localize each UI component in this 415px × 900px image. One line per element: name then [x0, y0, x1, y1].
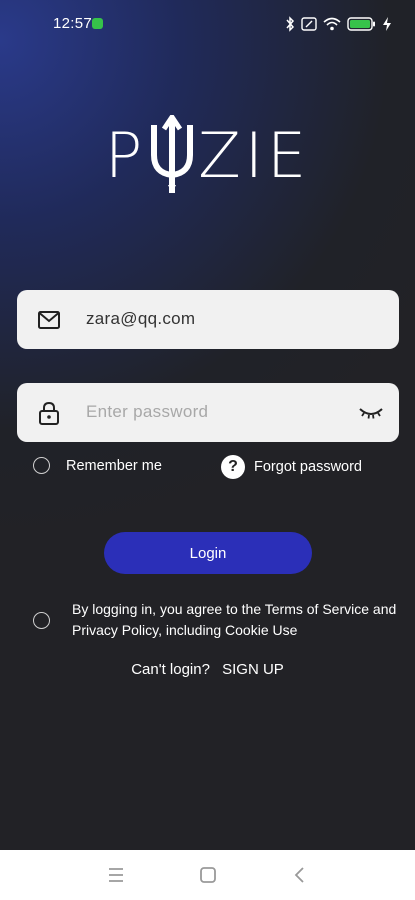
- logo-text-left: P: [104, 118, 147, 192]
- bluetooth-icon: [286, 16, 295, 32]
- charging-icon: [383, 17, 391, 31]
- wifi-icon: [323, 17, 341, 31]
- trident-icon: [151, 115, 194, 193]
- status-time: 12:57: [53, 15, 93, 32]
- forgot-password-link[interactable]: ? Forgot password: [221, 455, 362, 479]
- home-icon[interactable]: [198, 865, 218, 885]
- terms-text: By logging in, you agree to the Terms of…: [72, 601, 397, 638]
- status-bar: 12:57: [0, 0, 415, 46]
- remember-me-radio[interactable]: [33, 457, 50, 474]
- password-field[interactable]: [17, 383, 399, 442]
- login-screen: 12:57 P ZIE zara@qq.com Remember me ? Fo…: [0, 0, 415, 900]
- app-logo: P ZIE: [0, 110, 415, 200]
- system-nav-bar: [0, 850, 415, 900]
- eye-closed-icon[interactable]: [359, 403, 383, 423]
- remember-me-label: Remember me: [66, 457, 162, 474]
- login-button[interactable]: Login: [104, 532, 312, 574]
- cant-login-row: Can't login? SIGN UP: [0, 661, 415, 678]
- password-input[interactable]: [86, 393, 356, 431]
- terms-radio[interactable]: [33, 612, 50, 629]
- logo-text: P ZIE: [105, 115, 310, 195]
- battery-icon: [347, 17, 375, 31]
- logo-text-right: ZIE: [198, 118, 311, 192]
- email-input[interactable]: [86, 300, 356, 338]
- signup-link[interactable]: SIGN UP: [222, 661, 284, 678]
- menu-icon[interactable]: [106, 865, 126, 885]
- forgot-password-label: Forgot password: [254, 459, 362, 475]
- notification-icon: [92, 18, 103, 29]
- help-icon: ?: [221, 455, 245, 479]
- cant-login-label: Can't login?: [131, 661, 210, 678]
- back-icon[interactable]: [290, 865, 310, 885]
- sim-icon: [301, 17, 317, 31]
- mail-icon: [38, 311, 60, 329]
- lock-icon: [39, 401, 59, 425]
- remember-me-option[interactable]: Remember me: [33, 457, 162, 474]
- status-icons: [285, 15, 391, 33]
- email-field[interactable]: [17, 290, 399, 349]
